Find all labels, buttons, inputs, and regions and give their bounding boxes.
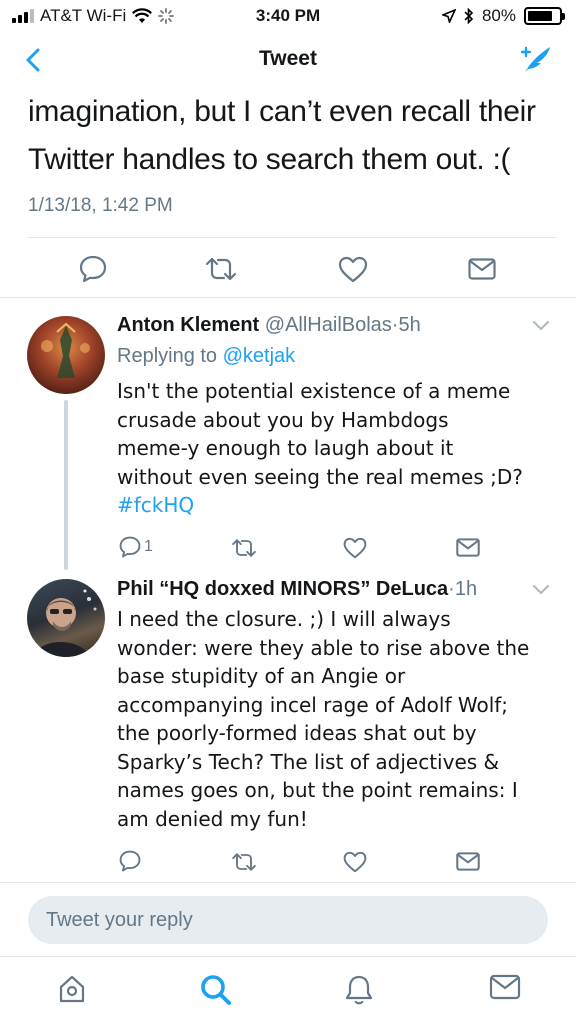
tab-bar bbox=[0, 956, 576, 1024]
reply-text-line: I need the closure. ;) I will always bbox=[117, 607, 451, 631]
messages-icon[interactable] bbox=[489, 973, 521, 1001]
main-tweet-line: imagination, but I can’t even recall the… bbox=[28, 95, 536, 128]
reply-text-line: Sparky’s Tech? The list of adjectives & bbox=[117, 749, 500, 774]
chevron-down-icon[interactable] bbox=[532, 320, 550, 332]
envelope-icon[interactable] bbox=[456, 852, 480, 871]
battery-icon bbox=[524, 7, 565, 25]
main-tweet-line: Twitter handles to search them out. :( bbox=[28, 143, 511, 176]
envelope-icon[interactable] bbox=[456, 538, 480, 557]
nav-bar: Tweet bbox=[0, 32, 576, 88]
reply-header: Phil “HQ doxxed MINORS” DeLuca·1h bbox=[117, 578, 477, 601]
heart-icon[interactable] bbox=[338, 256, 368, 283]
replying-to: Replying to @ketjak bbox=[117, 345, 295, 368]
reply-text-line: accompanying incel rage of Adolf Wolf; bbox=[117, 692, 509, 717]
main-tweet-text: imagination, but I can’t even recall the… bbox=[28, 88, 558, 184]
location-arrow-icon bbox=[441, 9, 456, 23]
retweet-icon[interactable] bbox=[203, 255, 239, 283]
envelope-icon[interactable] bbox=[468, 258, 496, 280]
reply-text-line: names goes on, but the point remains: I bbox=[117, 778, 518, 802]
reply-text: I need the closure. ;) I will always won… bbox=[117, 605, 557, 833]
hashtag-link[interactable]: #fckHQ bbox=[117, 491, 557, 520]
reply-icon[interactable] bbox=[118, 536, 142, 558]
reply-text-line: am denied my fun! bbox=[117, 806, 308, 831]
separator-dot: · bbox=[448, 578, 455, 600]
status-right: 80% bbox=[441, 6, 565, 26]
battery-percent: 80% bbox=[481, 6, 516, 25]
reply-text-line: Isn't the potential existence of a meme bbox=[117, 379, 511, 403]
reply-header: Anton Klement @AllHailBolas·5h bbox=[117, 314, 421, 337]
reply-input[interactable]: Tweet your reply bbox=[28, 896, 548, 944]
divider bbox=[28, 237, 556, 238]
notifications-icon[interactable] bbox=[343, 973, 375, 1007]
main-tweet-timestamp: 1/13/18, 1:42 PM bbox=[28, 195, 173, 216]
home-icon[interactable] bbox=[56, 973, 88, 1005]
heart-icon[interactable] bbox=[343, 537, 367, 559]
compose-tweet-icon[interactable] bbox=[518, 42, 554, 78]
reply-icon[interactable] bbox=[118, 850, 142, 872]
reply-text-line: crusade about you by Hambdogs bbox=[117, 407, 449, 432]
status-bar: AT&T Wi-Fi 3:40 PM 80% bbox=[0, 0, 576, 32]
bluetooth-icon bbox=[464, 7, 474, 25]
reply-action[interactable]: 1 bbox=[118, 536, 153, 558]
author-name[interactable]: Anton Klement bbox=[117, 314, 259, 336]
avatar[interactable] bbox=[27, 579, 105, 657]
reply-count: 1 bbox=[144, 538, 153, 555]
reply-text: Isn't the potential existence of a meme … bbox=[117, 377, 557, 520]
reply-text-line: without even seeing the real memes ;D? bbox=[117, 464, 523, 489]
heart-icon[interactable] bbox=[343, 851, 367, 873]
divider bbox=[0, 882, 576, 883]
chevron-down-icon[interactable] bbox=[532, 584, 550, 596]
reply-icon[interactable] bbox=[78, 255, 108, 283]
avatar-figure bbox=[35, 589, 97, 657]
page-title: Tweet bbox=[259, 47, 317, 70]
reply-text-line: meme-y enough to laugh about it bbox=[117, 436, 454, 460]
reply-text-line: wonder: were they able to rise above the bbox=[117, 635, 530, 660]
reply-time: 5h bbox=[398, 314, 421, 336]
thread-line bbox=[64, 400, 68, 570]
avatar[interactable] bbox=[27, 316, 105, 394]
mention-link[interactable]: @ketjak bbox=[223, 345, 296, 367]
retweet-icon[interactable] bbox=[230, 851, 258, 873]
reply-text-line: base stupidity of an Angie or bbox=[117, 664, 406, 688]
author-name[interactable]: Phil “HQ doxxed MINORS” DeLuca bbox=[117, 578, 448, 600]
reply-time: 1h bbox=[454, 578, 478, 600]
replying-to-label: Replying to bbox=[117, 345, 218, 367]
avatar-figure bbox=[41, 322, 90, 378]
retweet-icon[interactable] bbox=[230, 537, 258, 559]
divider bbox=[0, 297, 576, 298]
reply-text-line: the poorly-formed ideas shat out by bbox=[117, 721, 477, 745]
search-icon[interactable] bbox=[199, 973, 233, 1007]
author-handle[interactable]: @AllHailBolas bbox=[265, 314, 392, 336]
